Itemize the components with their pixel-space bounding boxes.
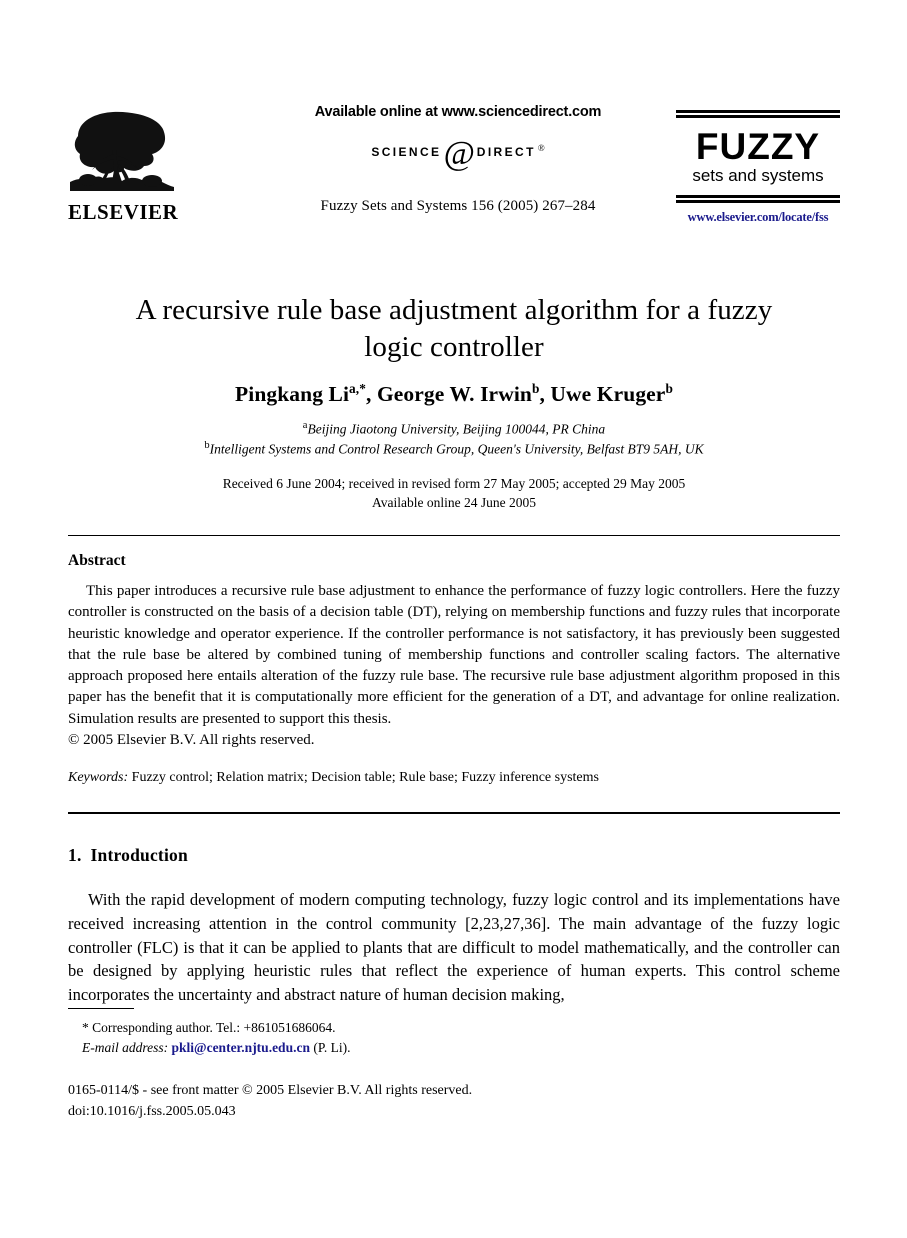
keywords: Keywords: Fuzzy control; Relation matrix… [68, 768, 840, 788]
email-label: E-mail address: [82, 1039, 169, 1055]
affiliation-a-text: Beijing Jiaotong University, Beijing 100… [307, 421, 606, 437]
imprint-block: 0165-0114/$ - see front matter © 2005 El… [68, 1080, 688, 1122]
journal-logo-rule-top [676, 110, 840, 118]
registered-mark-icon: ® [537, 142, 545, 153]
affiliation-a: aBeijing Jiaotong University, Beijing 10… [68, 419, 840, 439]
author-1-marks: a,* [349, 381, 367, 397]
author-3-marks: b [665, 381, 673, 397]
footnote-separator [68, 1008, 134, 1009]
sciencedirect-direct-word: DIRECT [476, 144, 536, 159]
author-list: Pingkang Lia,*, George W. Irwin b, Uwe Kr… [68, 381, 840, 407]
elsevier-logo: ELSEVIER [68, 108, 179, 226]
paper-title-line-1: A recursive rule base adjustment algorit… [135, 294, 773, 326]
journal-url-link[interactable]: www.elsevier.com/locate/fss [676, 210, 840, 225]
keywords-values: Fuzzy control; Relation matrix; Decision… [131, 770, 599, 786]
abstract-body: This paper introduces a recursive rule b… [68, 583, 840, 727]
author-separator-1: , [366, 382, 377, 407]
section-number: 1. [68, 845, 82, 865]
introduction-paragraph: With the rapid development of modern com… [68, 890, 840, 1004]
footnote-block: * Corresponding author. Tel.: +861051686… [68, 1018, 688, 1058]
affiliation-b: bIntelligent Systems and Control Researc… [68, 439, 840, 459]
email-owner: (P. Li). [313, 1039, 351, 1055]
available-online-text: Available online at www.sciencedirect.co… [314, 104, 602, 120]
masthead: ELSEVIER Available online at www.science… [68, 104, 840, 240]
elsevier-wordmark: ELSEVIER [68, 200, 179, 224]
elsevier-tree-icon [70, 111, 174, 191]
abstract-heading: Abstract [68, 552, 126, 569]
abstract-section: Abstract This paper introduces a recursi… [68, 552, 840, 788]
author-separator-2: , [539, 382, 551, 407]
journal-reference: Fuzzy Sets and Systems 156 (2005) 267–28… [320, 197, 596, 214]
history-dates: Received 6 June 2004; received in revise… [68, 474, 840, 512]
email-note: E-mail address: pkli@center.njtu.edu.cn … [68, 1038, 688, 1058]
email-link[interactable]: pkli@center.njtu.edu.cn [172, 1040, 310, 1055]
sciencedirect-block: Available online at www.sciencedirect.co… [253, 104, 663, 215]
author-2-name: George W. Irwin [376, 382, 532, 407]
journal-logo-rule-bottom [676, 194, 840, 203]
journal-logo-subtitle: sets and systems [692, 166, 824, 186]
journal-logo-title: FUZZY [695, 126, 821, 167]
sciencedirect-logo: SCIENCE @ DIRECT ® [253, 134, 663, 172]
paper-title-line-2: logic controller [364, 331, 544, 364]
issn-front-matter: 0165-0114/$ - see front matter © 2005 El… [68, 1083, 473, 1098]
section-heading-introduction: 1. Introduction [68, 845, 840, 866]
introduction-section: 1. Introduction With the rapid developmen… [68, 845, 840, 1023]
paper-page: ELSEVIER Available online at www.science… [0, 0, 907, 1238]
page-title: A recursive rule base adjustment algorit… [68, 292, 840, 366]
available-online-date: Available online 24 June 2005 [372, 494, 536, 510]
corresponding-author-note: * Corresponding author. Tel.: +861051686… [82, 1020, 336, 1035]
affiliation-b-text: Intelligent Systems and Control Research… [209, 441, 704, 457]
doi-line: doi:10.1016/j.fss.2005.05.043 [68, 1104, 236, 1119]
keywords-label: Keywords: [68, 770, 129, 786]
abstract-copyright: © 2005 Elsevier B.V. All rights reserved… [68, 732, 315, 749]
section-title: Introduction [90, 845, 188, 865]
sciencedirect-science-word: SCIENCE [371, 144, 442, 159]
journal-logo: FUZZY sets and systems www.elsevier.com/… [676, 110, 840, 225]
affiliation-list: aBeijing Jiaotong University, Beijing 10… [68, 419, 840, 458]
title-block: A recursive rule base adjustment algorit… [68, 292, 840, 512]
author-3-name: Uwe Kruger [550, 382, 666, 407]
received-dates: Received 6 June 2004; received in revise… [222, 475, 686, 491]
abstract-rule-top [68, 535, 840, 536]
at-sign-icon: @ [443, 134, 475, 172]
abstract-rule-bottom [68, 812, 840, 814]
author-1-name: Pingkang Li [235, 382, 350, 407]
